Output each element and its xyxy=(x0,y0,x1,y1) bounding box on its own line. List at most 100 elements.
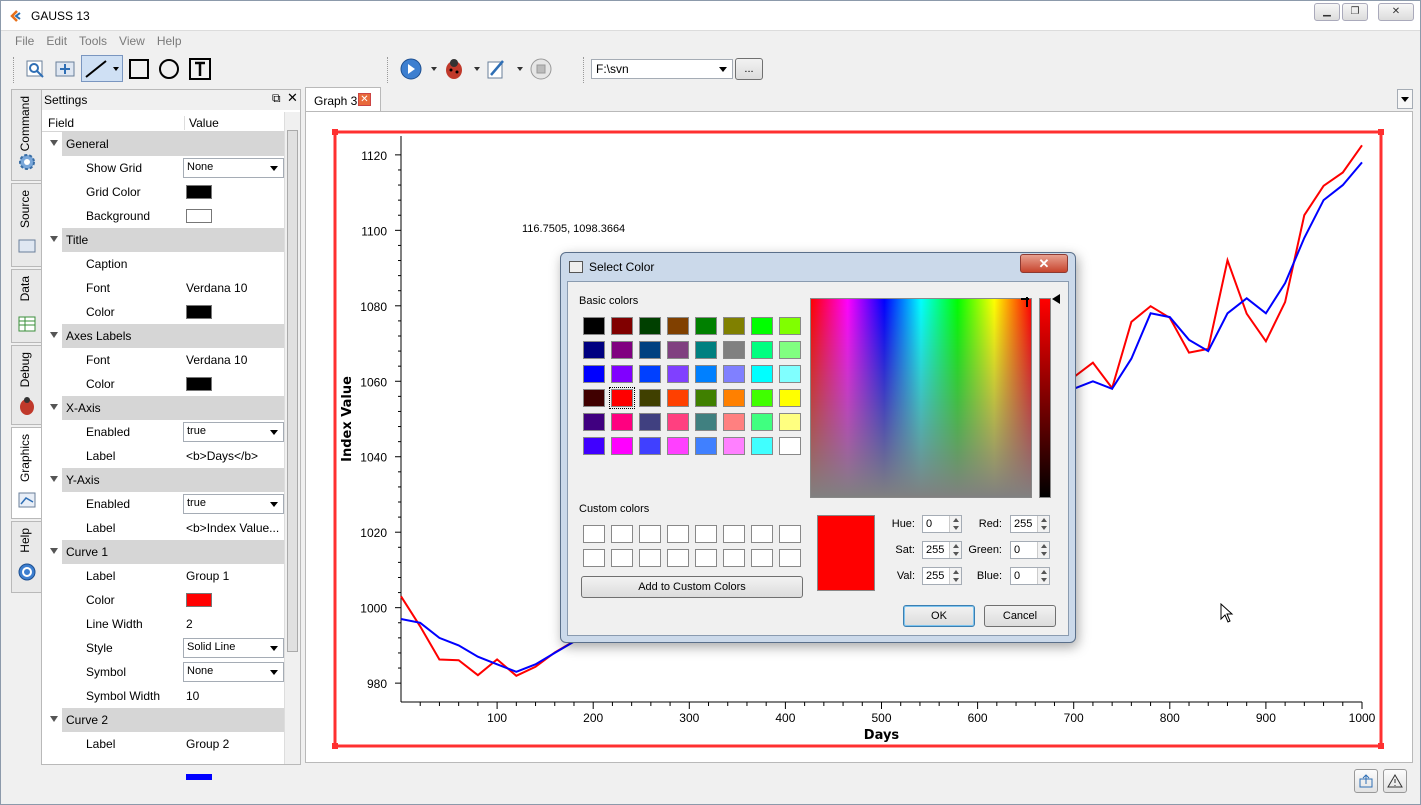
color-swatch[interactable] xyxy=(186,593,212,607)
custom-color-slot[interactable] xyxy=(639,549,661,567)
expand-triangle-icon[interactable] xyxy=(50,548,58,554)
custom-color-slot[interactable] xyxy=(639,525,661,543)
basic-color-swatch[interactable] xyxy=(723,413,745,431)
basic-color-swatch[interactable] xyxy=(779,389,801,407)
basic-color-swatch[interactable] xyxy=(583,389,605,407)
expand-triangle-icon[interactable] xyxy=(50,404,58,410)
basic-color-swatch[interactable] xyxy=(695,413,717,431)
expand-triangle-icon[interactable] xyxy=(50,716,58,722)
val-spinbox[interactable]: 255 xyxy=(922,567,962,585)
tab-graph-3[interactable]: Graph 3 ✕ xyxy=(305,87,381,111)
expand-triangle-icon[interactable] xyxy=(50,476,58,482)
basic-color-swatch[interactable] xyxy=(667,413,689,431)
basic-color-swatch[interactable] xyxy=(583,413,605,431)
pan-tool-icon[interactable] xyxy=(51,55,78,82)
settings-section[interactable]: Title xyxy=(50,228,284,252)
line-tool-button[interactable] xyxy=(81,55,123,82)
basic-color-swatch[interactable] xyxy=(695,389,717,407)
ok-button[interactable]: OK xyxy=(903,605,975,627)
tab-graphics[interactable]: Graphics xyxy=(11,427,41,519)
tab-data[interactable]: Data xyxy=(11,269,41,343)
field-value[interactable]: Group 1 xyxy=(186,569,229,583)
basic-color-swatch[interactable] xyxy=(639,389,661,407)
run-button[interactable] xyxy=(399,55,439,82)
custom-color-slot[interactable] xyxy=(583,549,605,567)
custom-color-slot[interactable] xyxy=(751,525,773,543)
field-value[interactable]: Group 2 xyxy=(186,737,229,751)
color-swatch[interactable] xyxy=(186,209,212,223)
close-panel-icon[interactable]: ✕ xyxy=(287,90,298,106)
basic-color-swatch[interactable] xyxy=(611,341,633,359)
close-dialog-button[interactable]: ✕ xyxy=(1020,254,1068,273)
menu-item-help[interactable]: Help xyxy=(151,32,188,50)
basic-color-swatch[interactable] xyxy=(723,317,745,335)
basic-color-swatch[interactable] xyxy=(639,317,661,335)
expand-triangle-icon[interactable] xyxy=(50,140,58,146)
custom-color-slot[interactable] xyxy=(583,525,605,543)
basic-color-swatch[interactable] xyxy=(639,437,661,455)
settings-scrollbar[interactable] xyxy=(284,112,300,764)
path-combobox[interactable]: F:\svn xyxy=(591,59,733,79)
basic-color-swatch[interactable] xyxy=(723,341,745,359)
expand-triangle-icon[interactable] xyxy=(50,332,58,338)
tab-list-dropdown[interactable] xyxy=(1397,89,1413,109)
value-dropdown[interactable]: true xyxy=(183,494,284,514)
float-panel-icon[interactable]: ⧉ xyxy=(272,91,281,106)
custom-color-slot[interactable] xyxy=(667,525,689,543)
basic-color-swatch[interactable] xyxy=(639,341,661,359)
settings-section[interactable]: X-Axis xyxy=(50,396,284,420)
basic-color-swatch[interactable] xyxy=(667,341,689,359)
custom-color-slot[interactable] xyxy=(667,549,689,567)
basic-color-swatch[interactable] xyxy=(695,341,717,359)
basic-color-swatch[interactable] xyxy=(583,365,605,383)
field-value[interactable]: <b>Days</b> xyxy=(186,449,258,463)
rectangle-tool-icon[interactable] xyxy=(125,55,152,82)
settings-section[interactable]: Y-Axis xyxy=(50,468,284,492)
custom-color-slot[interactable] xyxy=(779,549,801,567)
field-value[interactable]: <b>Index Value... xyxy=(186,521,279,535)
basic-color-swatch[interactable] xyxy=(667,389,689,407)
tab-debug[interactable]: Debug xyxy=(11,345,41,425)
basic-color-swatch[interactable] xyxy=(751,389,773,407)
field-value[interactable]: 2 xyxy=(186,617,193,631)
value-dropdown[interactable]: None xyxy=(183,158,284,178)
green-spinbox[interactable]: 0 xyxy=(1010,541,1050,559)
basic-color-swatch[interactable] xyxy=(695,365,717,383)
minimize-button[interactable]: ▁ xyxy=(1314,3,1340,21)
sat-spinbox[interactable]: 255 xyxy=(922,541,962,559)
value-dropdown[interactable]: None xyxy=(183,662,284,682)
spin-arrows-icon[interactable] xyxy=(1037,516,1049,532)
debug-button[interactable] xyxy=(442,55,482,82)
add-to-custom-colors-button[interactable]: Add to Custom Colors xyxy=(581,576,803,598)
cancel-button[interactable]: Cancel xyxy=(984,605,1056,627)
custom-color-slot[interactable] xyxy=(611,525,633,543)
basic-color-swatch[interactable] xyxy=(611,437,633,455)
basic-color-swatch[interactable] xyxy=(751,437,773,455)
custom-color-slot[interactable] xyxy=(723,549,745,567)
basic-color-swatch[interactable] xyxy=(667,317,689,335)
spin-arrows-icon[interactable] xyxy=(949,516,961,532)
spin-arrows-icon[interactable] xyxy=(1037,542,1049,558)
custom-color-slot[interactable] xyxy=(779,525,801,543)
tab-help[interactable]: Help xyxy=(11,521,41,593)
basic-color-swatch[interactable] xyxy=(609,387,635,409)
basic-color-swatch[interactable] xyxy=(779,437,801,455)
basic-color-swatch[interactable] xyxy=(779,341,801,359)
value-dropdown[interactable]: Solid Line xyxy=(183,638,284,658)
red-spinbox[interactable]: 255 xyxy=(1010,515,1050,533)
color-swatch[interactable] xyxy=(186,305,212,319)
settings-section[interactable]: Curve 1 xyxy=(50,540,284,564)
basic-color-swatch[interactable] xyxy=(751,413,773,431)
edit-button[interactable] xyxy=(485,55,525,82)
close-icon[interactable]: ✕ xyxy=(358,93,371,106)
field-value[interactable]: Verdana 10 xyxy=(186,281,247,295)
basic-color-swatch[interactable] xyxy=(611,317,633,335)
settings-section[interactable]: General xyxy=(50,132,284,156)
hue-spinbox[interactable]: 0 xyxy=(922,515,962,533)
custom-color-slot[interactable] xyxy=(695,549,717,567)
ellipse-tool-icon[interactable] xyxy=(155,55,182,82)
basic-color-swatch[interactable] xyxy=(779,365,801,383)
basic-color-swatch[interactable] xyxy=(583,341,605,359)
basic-color-swatch[interactable] xyxy=(779,413,801,431)
basic-color-swatch[interactable] xyxy=(751,317,773,335)
